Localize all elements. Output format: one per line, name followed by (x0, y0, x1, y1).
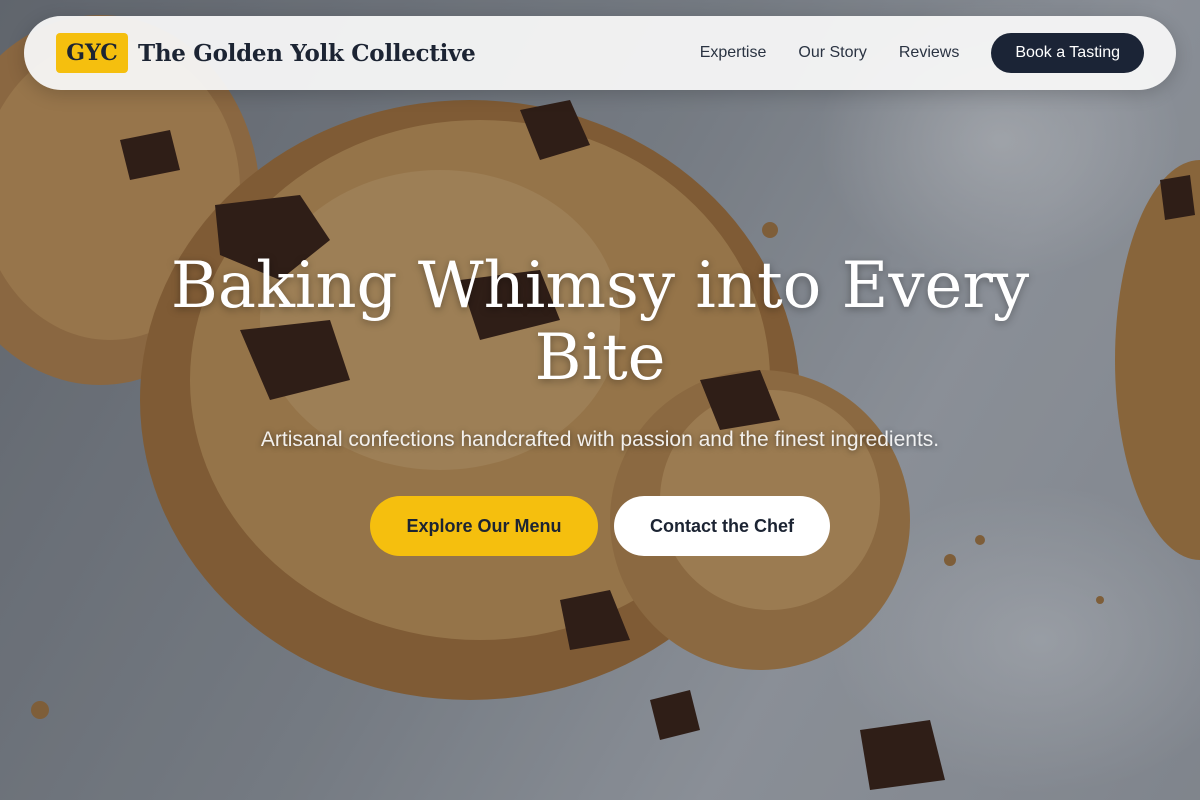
hero-buttons: Explore Our Menu Contact the Chef (0, 496, 1200, 556)
nav-link-expertise[interactable]: Expertise (700, 44, 767, 62)
nav-link-reviews[interactable]: Reviews (899, 44, 959, 62)
nav-links: Expertise Our Story Reviews (700, 44, 960, 62)
hero-title: Baking Whimsy into Every Bite (170, 249, 1030, 395)
book-tasting-button[interactable]: Book a Tasting (991, 33, 1144, 73)
nav-link-our-story[interactable]: Our Story (798, 44, 866, 62)
navbar: GYC The Golden Yolk Collective Expertise… (24, 16, 1176, 90)
brand-name[interactable]: The Golden Yolk Collective (138, 40, 476, 67)
logo-badge[interactable]: GYC (56, 33, 128, 73)
hero-subtitle: Artisanal confections handcrafted with p… (260, 428, 940, 451)
hero-section: Baking Whimsy into Every Bite Artisanal … (0, 250, 1200, 556)
explore-menu-button[interactable]: Explore Our Menu (370, 496, 598, 556)
contact-chef-button[interactable]: Contact the Chef (614, 496, 830, 556)
